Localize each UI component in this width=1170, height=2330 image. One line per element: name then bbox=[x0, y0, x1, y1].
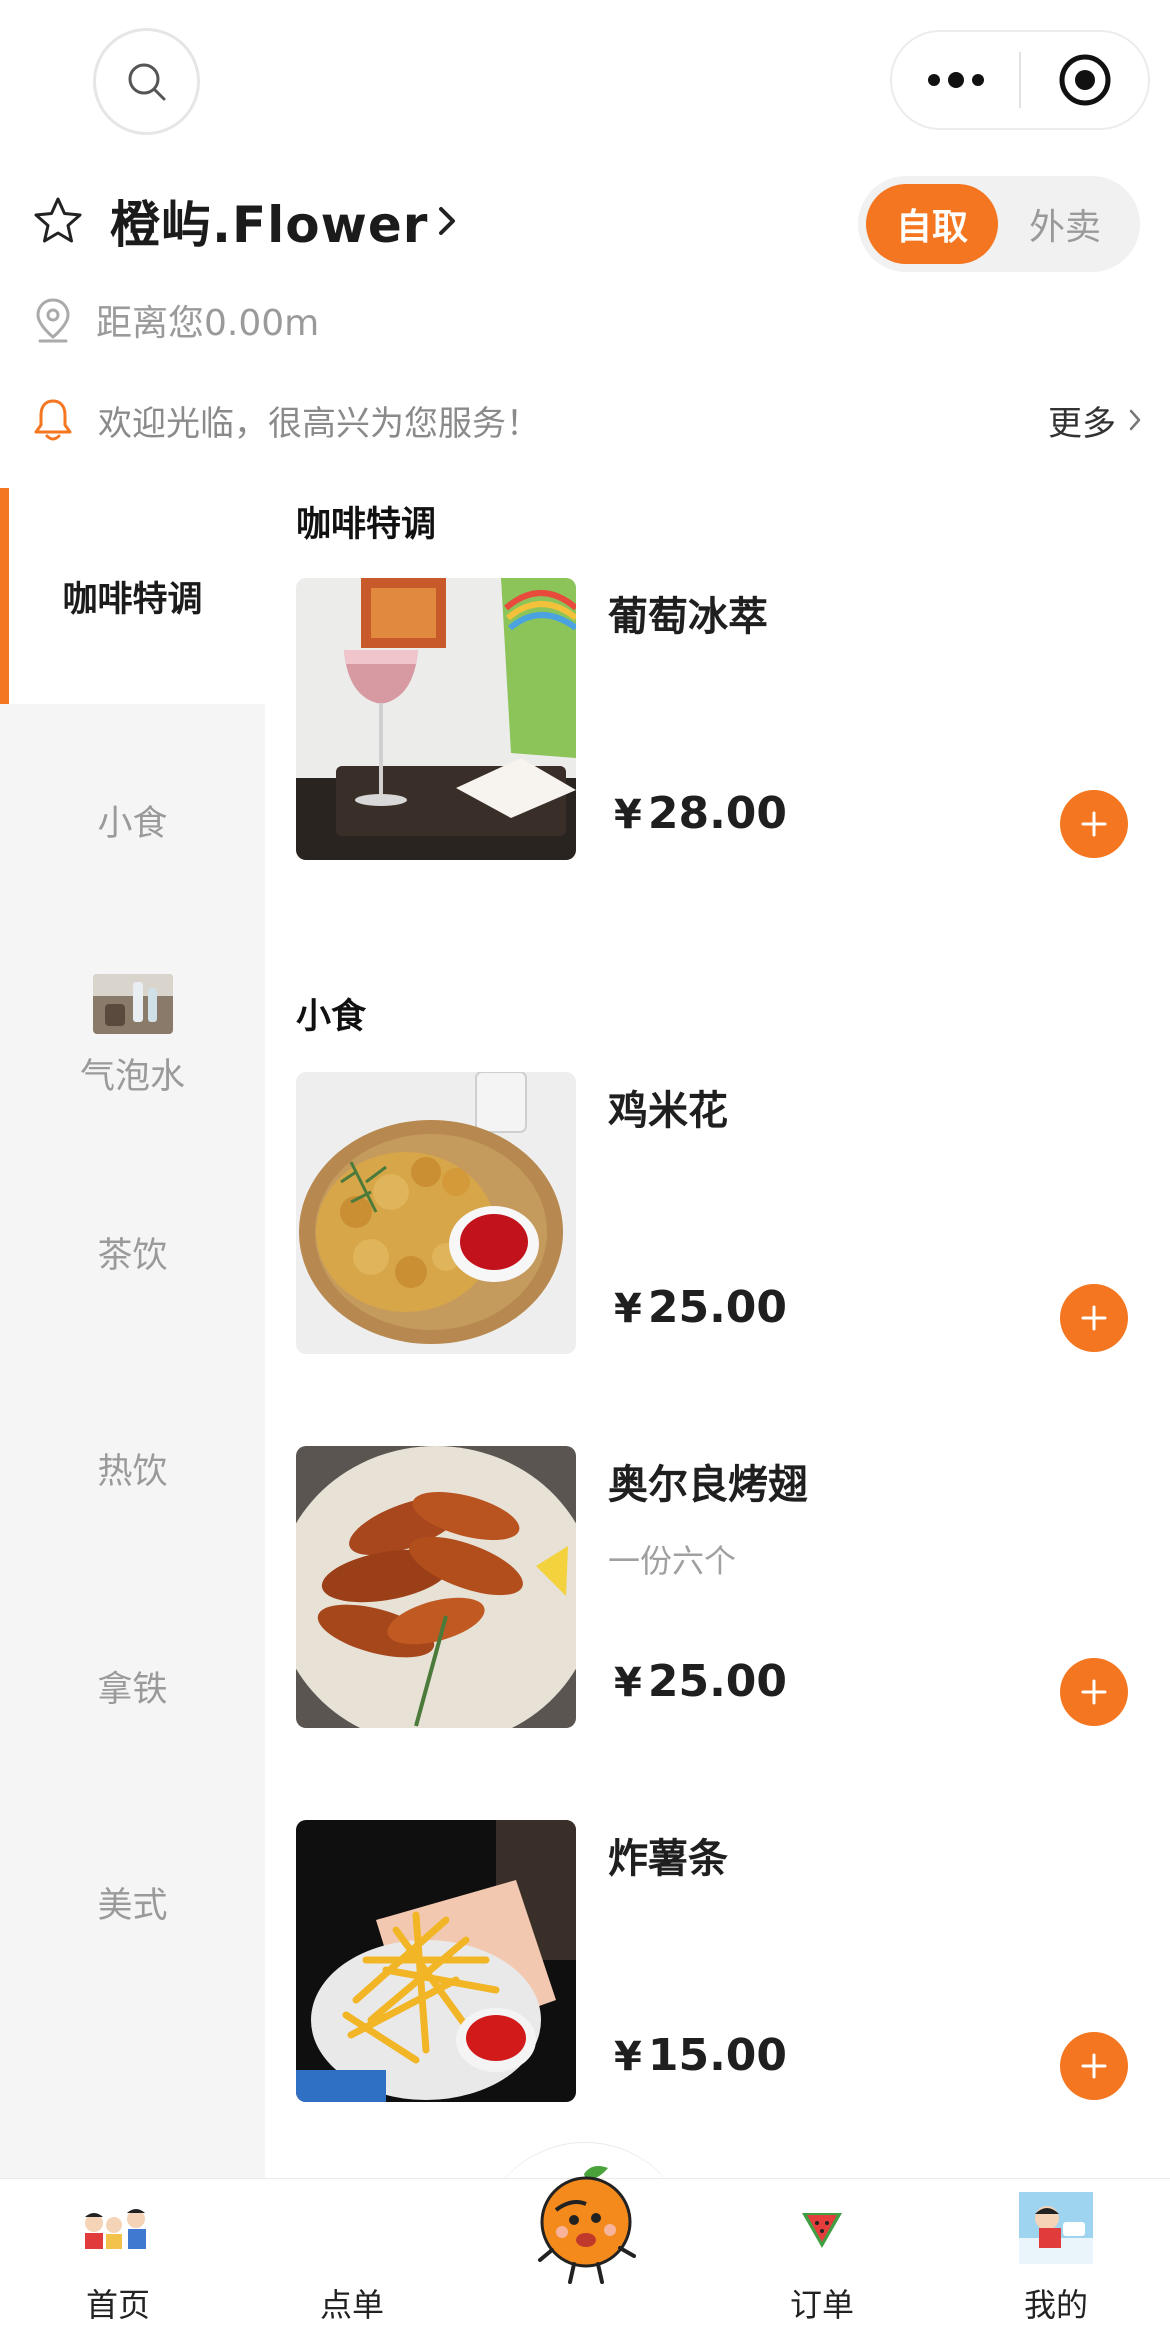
product-description: 一份六个 bbox=[608, 1542, 737, 1580]
chevron-right-icon bbox=[1129, 409, 1141, 431]
tab-label: 首页 bbox=[85, 2286, 150, 2324]
sidebar-item-label: 热饮 bbox=[97, 1451, 168, 1492]
target-icon bbox=[1059, 54, 1110, 106]
chevron-right-icon[interactable] bbox=[436, 203, 458, 239]
sidebar-item-americano[interactable]: 美式 bbox=[0, 1794, 265, 2010]
plus-icon bbox=[1081, 1305, 1107, 1331]
popcorn-chicken-photo bbox=[296, 1072, 576, 1354]
sidebar-item-label: 小食 bbox=[97, 803, 168, 844]
french-fries-photo bbox=[296, 1820, 576, 2102]
notice-row: 欢迎光临，很高兴为您服务！ 更多 bbox=[32, 390, 1142, 450]
store-name[interactable]: 橙屿.Flower bbox=[110, 185, 428, 257]
plus-icon bbox=[1081, 1679, 1107, 1705]
tab-label: 点单 bbox=[319, 2286, 384, 2324]
tab-label: 订单 bbox=[789, 2286, 854, 2324]
sidebar-item-hot-drinks[interactable]: 热饮 bbox=[0, 1360, 265, 1576]
product-card[interactable]: 奥尔良烤翅 一份六个 ¥25.00 bbox=[296, 1446, 1136, 1728]
plus-icon bbox=[1081, 2053, 1107, 2079]
orange-mascot-icon[interactable] bbox=[522, 2160, 652, 2290]
sidebar-item-sparkling-water[interactable]: 气泡水 bbox=[0, 928, 265, 1144]
tab-label: 我的 bbox=[1023, 2286, 1088, 2324]
pickup-option[interactable]: 自取 bbox=[866, 184, 998, 264]
miniprogram-capsule bbox=[890, 30, 1150, 130]
price-value: 15.00 bbox=[647, 2030, 788, 2081]
tab-orders[interactable]: 订单 bbox=[742, 2190, 902, 2326]
currency-symbol: ¥ bbox=[614, 1286, 642, 1332]
ellipsis-icon bbox=[927, 72, 984, 88]
add-to-cart-button[interactable] bbox=[1060, 1284, 1128, 1352]
product-card[interactable]: 葡萄冰萃 ¥28.00 bbox=[296, 578, 1136, 860]
family-cartoon-icon bbox=[80, 2190, 156, 2266]
delivery-option[interactable]: 外卖 bbox=[998, 184, 1132, 264]
currency-symbol: ¥ bbox=[614, 1660, 642, 1706]
product-card[interactable]: 炸薯条 ¥15.00 bbox=[296, 1820, 1136, 2102]
section-title: 小食 bbox=[296, 997, 367, 1037]
sidebar-item-latte[interactable]: 拿铁 bbox=[0, 1578, 265, 1794]
store-header: 橙屿.Flower bbox=[32, 186, 458, 256]
cocktail-glass-photo bbox=[296, 578, 576, 860]
currency-symbol: ¥ bbox=[614, 792, 642, 838]
sidebar-item-snacks[interactable]: 小食 bbox=[0, 712, 265, 928]
search-button[interactable] bbox=[93, 28, 200, 135]
section-title: 咖啡特调 bbox=[296, 505, 437, 545]
close-miniprogram-button[interactable] bbox=[1021, 32, 1148, 128]
currency-symbol: ¥ bbox=[614, 2034, 642, 2080]
add-to-cart-button[interactable] bbox=[1060, 1658, 1128, 1726]
product-price: ¥15.00 bbox=[614, 2030, 787, 2081]
plus-icon bbox=[1081, 811, 1107, 837]
product-name: 奥尔良烤翅 bbox=[608, 1462, 808, 1508]
product-name: 炸薯条 bbox=[608, 1836, 728, 1882]
category-thumbnail bbox=[92, 973, 173, 1034]
distance-row: 距离您0.00m bbox=[34, 294, 319, 346]
roast-wings-photo bbox=[296, 1446, 576, 1728]
sidebar-item-label: 美式 bbox=[97, 1885, 168, 1926]
tab-profile[interactable]: 我的 bbox=[976, 2190, 1136, 2326]
sidebar-item-coffee-special[interactable]: 咖啡特调 bbox=[0, 488, 265, 704]
search-icon bbox=[128, 63, 165, 100]
product-price: ¥28.00 bbox=[614, 788, 787, 839]
notice-text: 欢迎光临，很高兴为您服务！ bbox=[98, 403, 540, 444]
add-to-cart-button[interactable] bbox=[1060, 2032, 1128, 2100]
product-name: 葡萄冰萃 bbox=[608, 594, 768, 640]
star-icon[interactable] bbox=[32, 195, 84, 247]
more-options-button[interactable] bbox=[892, 32, 1019, 128]
product-price: ¥25.00 bbox=[614, 1656, 787, 1707]
pickup-delivery-toggle: 自取 外卖 bbox=[858, 176, 1140, 272]
price-value: 25.00 bbox=[647, 1282, 788, 1333]
sidebar-item-label: 茶饮 bbox=[97, 1235, 168, 1276]
distance-text: 距离您0.00m bbox=[96, 303, 320, 344]
sidebar-item-label: 咖啡特调 bbox=[62, 579, 203, 620]
order-icon bbox=[314, 2190, 390, 2266]
cartoon-avatar-icon bbox=[1018, 2190, 1094, 2266]
menu-page: 橙屿.Flower 自取 外卖 距离您0.00m 欢迎光临，很高兴为您服务！ 更… bbox=[0, 0, 1170, 2330]
price-value: 28.00 bbox=[647, 788, 788, 839]
more-link[interactable]: 更多 bbox=[1048, 396, 1142, 445]
tab-home[interactable]: 首页 bbox=[38, 2190, 198, 2326]
product-price: ¥25.00 bbox=[614, 1282, 787, 1333]
product-card[interactable]: 鸡米花 ¥25.00 bbox=[296, 1072, 1136, 1354]
price-value: 25.00 bbox=[647, 1656, 788, 1707]
sidebar-item-label: 气泡水 bbox=[79, 1056, 185, 1097]
product-name: 鸡米花 bbox=[608, 1088, 728, 1134]
sidebar-item-tea[interactable]: 茶饮 bbox=[0, 1144, 265, 1360]
watermelon-icon bbox=[784, 2190, 860, 2266]
tab-order-menu[interactable]: 点单 bbox=[272, 2190, 432, 2326]
more-label: 更多 bbox=[1048, 403, 1116, 444]
location-pin-icon bbox=[36, 298, 70, 343]
sidebar-item-label: 拿铁 bbox=[97, 1669, 168, 1710]
add-to-cart-button[interactable] bbox=[1060, 790, 1128, 858]
bell-icon bbox=[34, 399, 72, 441]
